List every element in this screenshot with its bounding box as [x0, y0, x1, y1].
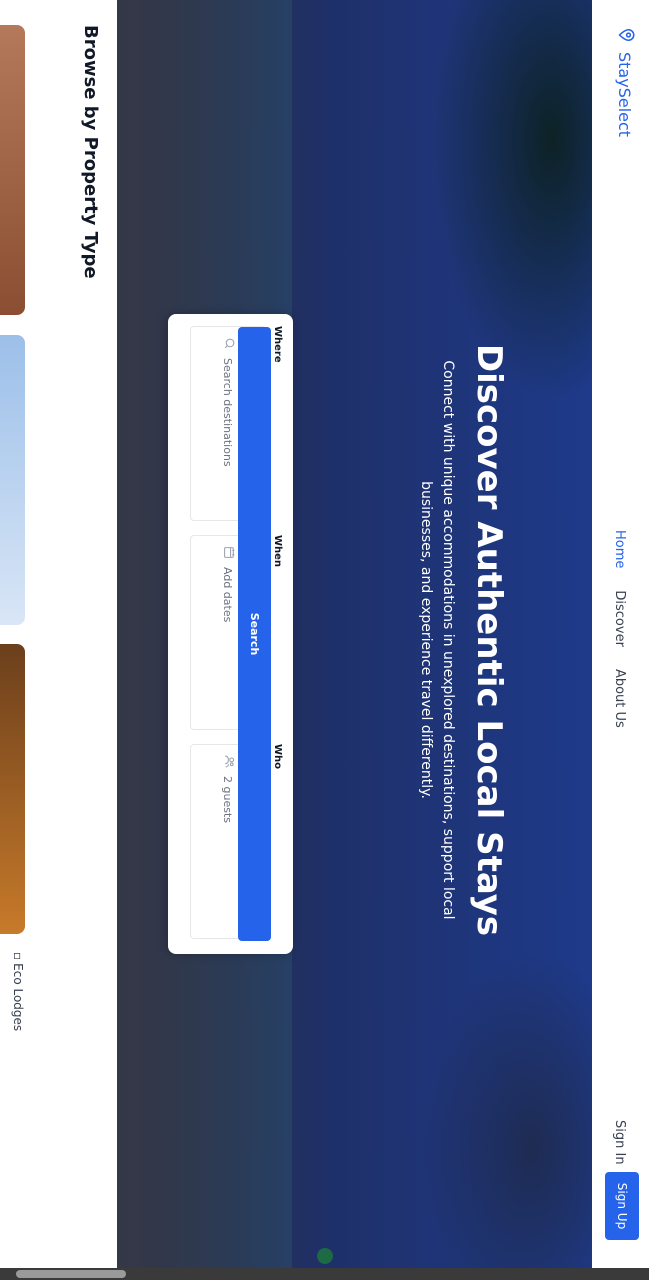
hero-section: Discover Authentic Local Stays Connect w… [117, 0, 592, 1280]
location-pin-icon [614, 26, 636, 44]
nav-about-us[interactable]: About Us [612, 669, 627, 728]
who-label: Who [272, 744, 283, 770]
hero-title: Discover Authentic Local Stays [469, 343, 509, 937]
property-card-2[interactable] [0, 335, 25, 625]
main-nav: Home Discover About Us [612, 530, 627, 728]
who-value: 2 guests [221, 776, 235, 823]
search-button[interactable]: Search [238, 327, 271, 941]
property-card-3[interactable] [0, 644, 25, 934]
sign-in-link[interactable]: Sign In [612, 1120, 627, 1165]
browse-section: Browse by Property Type ▫ Eco Lodges [0, 0, 117, 1280]
when-label: When [272, 535, 283, 568]
where-placeholder: Search destinations [221, 358, 235, 467]
browse-title: Browse by Property Type [80, 25, 101, 279]
where-label: Where [272, 326, 283, 363]
scrollbar-thumb[interactable] [16, 1270, 126, 1278]
eco-lodges-card[interactable]: ▫ Eco Lodges [11, 952, 25, 1031]
hero-subtitle: Connect with unique accommodations in un… [418, 360, 456, 920]
broken-image-icon: ▫ [11, 952, 25, 961]
search-icon [220, 337, 236, 350]
brand-name: StaySelect [615, 52, 635, 138]
property-card-1[interactable] [0, 25, 25, 315]
users-icon [220, 755, 236, 768]
extension-icon[interactable] [317, 1248, 333, 1264]
nav-discover[interactable]: Discover [612, 590, 627, 647]
nav-home[interactable]: Home [612, 530, 627, 568]
horizontal-scrollbar[interactable] [0, 1268, 649, 1280]
brand-logo[interactable]: StaySelect [614, 26, 636, 137]
calendar-icon [220, 546, 236, 559]
eco-lodges-label: Eco Lodges [11, 963, 25, 1032]
when-value: Add dates [221, 567, 235, 623]
top-nav: StaySelect Home Discover About Us Sign I… [592, 0, 649, 1280]
page: StaySelect Home Discover About Us Sign I… [0, 0, 649, 1280]
sign-up-button[interactable]: Sign Up [605, 1172, 639, 1240]
search-card: Where Search destinations When Add dates [168, 314, 293, 954]
